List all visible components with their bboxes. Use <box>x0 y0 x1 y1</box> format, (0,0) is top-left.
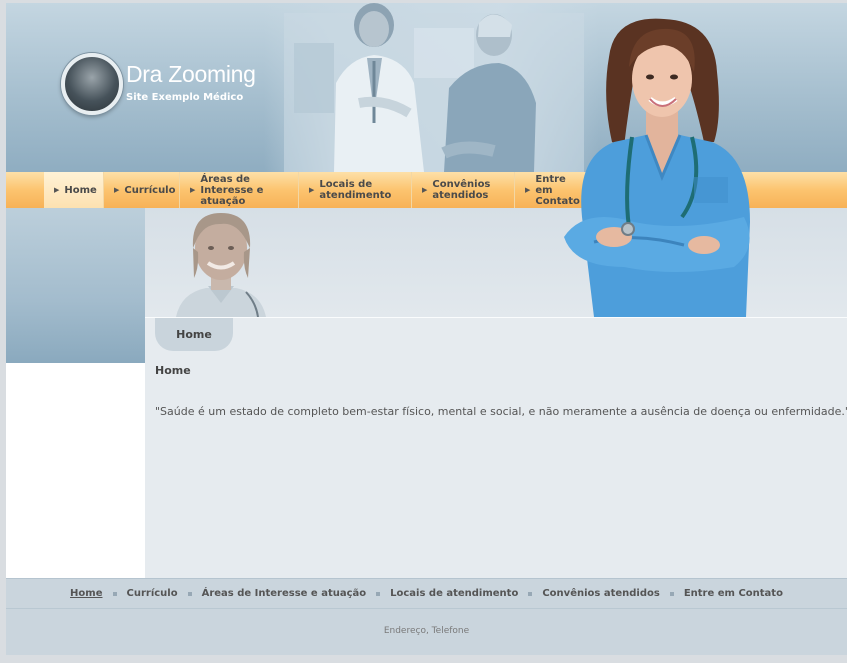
footer-link-locais[interactable]: Locais de atendimento <box>380 588 528 599</box>
footer-link-areas[interactable]: Áreas de Interesse e atuação <box>192 588 377 599</box>
nav-arrow-icon: ▶ <box>309 185 315 194</box>
nav-arrow-icon: ▶ <box>54 185 60 194</box>
doctor-portrait-image <box>176 213 266 317</box>
browser-viewport: Dra Zooming Site Exemplo Médico ▶ Home ▶… <box>6 3 847 655</box>
page-title: Home <box>155 364 191 377</box>
sidebar <box>6 363 145 578</box>
doctors-illustration <box>284 3 584 172</box>
nav-item-locais[interactable]: ▶ Locais de atendimento <box>299 172 412 208</box>
nurse-image <box>564 18 750 317</box>
nav-arrow-icon: ▶ <box>114 185 120 194</box>
nav-item-label: Home <box>64 184 97 196</box>
logo-icon[interactable] <box>61 53 123 115</box>
nav-item-convenios[interactable]: ▶ Convênios atendidos <box>412 172 515 208</box>
nav-arrow-icon: ▶ <box>525 185 531 194</box>
footer-nav: Home Currículo Áreas de Interesse e atua… <box>6 578 847 609</box>
site-footer: Home Currículo Áreas de Interesse e atua… <box>6 578 847 655</box>
nav-item-curriculo[interactable]: ▶ Currículo <box>104 172 180 208</box>
nav-item-label: Áreas de Interesse e atuação <box>200 173 264 207</box>
footer-link-contato[interactable]: Entre em Contato <box>674 588 793 599</box>
site-title[interactable]: Dra Zooming <box>126 61 256 88</box>
nav-arrow-icon: ▶ <box>190 185 196 194</box>
footer-link-convenios[interactable]: Convênios atendidos <box>532 588 669 599</box>
footer-address: Endereço, Telefone <box>383 626 470 636</box>
footer-link-home[interactable]: Home <box>60 588 112 599</box>
nav-item-label: Locais de atendimento <box>319 179 392 201</box>
nav-item-home[interactable]: ▶ Home <box>44 172 104 208</box>
nav-item-label: Currículo <box>124 184 176 196</box>
main-content: Home Home "Saúde é um estado de completo… <box>145 318 847 578</box>
page-tab-home[interactable]: Home <box>155 318 233 351</box>
nav-arrow-icon: ▶ <box>422 185 428 194</box>
page-quote: "Saúde é um estado de completo bem-estar… <box>155 405 847 418</box>
footer-link-curriculo[interactable]: Currículo <box>117 588 188 599</box>
nav-item-areas[interactable]: ▶ Áreas de Interesse e atuação <box>180 172 299 208</box>
site-subtitle: Site Exemplo Médico <box>126 92 244 103</box>
nav-item-label: Convênios atendidos <box>432 179 491 201</box>
sidebar-header <box>6 208 145 363</box>
header-doctors-photo <box>264 3 599 172</box>
